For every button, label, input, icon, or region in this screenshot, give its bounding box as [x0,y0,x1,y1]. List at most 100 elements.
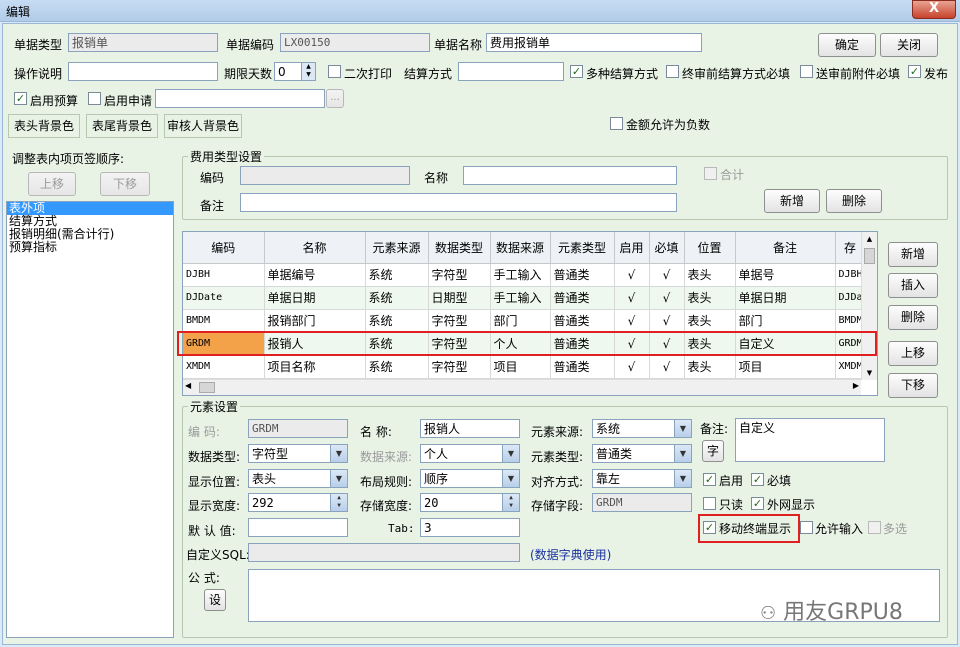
grid-column-header[interactable]: 编码 [183,232,265,264]
attach-required-checkbox[interactable] [800,65,813,78]
table-cell[interactable]: 部门 [735,309,836,333]
spinner-arrows-icon[interactable]: ▲ ▼ [330,494,347,511]
table-row[interactable]: BMDM 报销部门 系统 字符型 部门 普通类 √ √ 表头 部门 BMDM [183,309,866,333]
table-cell[interactable]: 手工输入 [490,286,551,310]
scroll-down-icon[interactable]: ▼ [862,366,877,380]
tab-header-bg[interactable]: 表头背景色 [8,114,80,138]
row-move-up-button[interactable]: 上移 [888,341,938,366]
op-desc-field[interactable] [68,62,218,81]
table-cell[interactable]: 字符型 [428,309,491,333]
chevron-down-icon[interactable]: ▼ [330,445,347,462]
table-cell[interactable]: 普通类 [550,286,615,310]
element-grid[interactable]: 编码 名称 元素来源 数据类型 数据来源 元素类型 启用 必填 位置 备注存 DJBH 单据编号 系统… [182,231,878,396]
scroll-left-icon[interactable]: ◀ [185,381,191,390]
deadline-spinner[interactable]: 0 ▲ ▼ [274,62,316,81]
table-cell[interactable]: √ [649,309,685,333]
apply-browse-button[interactable]: ... [326,89,344,108]
chevron-down-icon[interactable]: ▼ [330,470,347,487]
el-layout-select[interactable]: 顺序 ▼ [420,469,520,488]
grid-column-header[interactable]: 启用 [614,232,650,264]
table-cell[interactable]: 单据号 [735,263,836,287]
settle-field[interactable] [458,62,564,81]
tab-footer-bg[interactable]: 表尾背景色 [86,114,158,138]
el-pos-select[interactable]: 表头 ▼ [248,469,348,488]
el-width-spinner[interactable]: 292 ▲ ▼ [248,493,348,512]
reprint-checkbox[interactable] [328,65,341,78]
table-cell[interactable]: DJDate [183,286,265,310]
expense-code-field[interactable] [240,166,410,185]
el-allow-input-checkbox[interactable] [800,521,813,534]
spinner-arrows-icon[interactable]: ▲ ▼ [502,494,519,511]
el-sfield-field[interactable]: GRDM [592,493,692,512]
table-row[interactable]: XMDM 项目名称 系统 字符型 项目 普通类 √ √ 表头 项目 XMDM [183,355,866,379]
negative-amount-checkbox[interactable] [610,117,623,130]
grid-column-header[interactable]: 备注 [735,232,836,264]
expense-name-field[interactable] [463,166,677,185]
spinner-arrows-icon[interactable]: ▲ ▼ [301,63,315,80]
tab-move-up-button[interactable]: 上移 [28,172,76,196]
table-cell[interactable]: 表头 [684,355,736,379]
el-dtype-select[interactable]: 字符型 ▼ [248,444,348,463]
doc-name-field[interactable]: 费用报销单 [486,33,702,52]
table-cell[interactable]: 普通类 [550,309,615,333]
tab-reviewer-bg[interactable]: 审核人背景色 [164,114,242,138]
chevron-down-icon[interactable]: ▼ [674,445,691,462]
final-settle-checkbox[interactable] [666,65,679,78]
el-swidth-spinner[interactable]: 20 ▲ ▼ [420,493,520,512]
row-add-button[interactable]: 新增 [888,242,938,267]
chevron-down-icon[interactable]: ▼ [502,445,519,462]
table-cell[interactable]: 表头 [684,309,736,333]
expense-note-field[interactable] [240,193,677,212]
table-cell[interactable]: 日期型 [428,286,491,310]
grid-vertical-scrollbar[interactable]: ▲ ▼ [861,232,877,380]
publish-checkbox[interactable]: ✓ [908,65,921,78]
table-cell[interactable]: 手工输入 [490,263,551,287]
table-cell[interactable]: √ [649,355,685,379]
grid-column-header[interactable]: 位置 [684,232,736,264]
table-cell[interactable]: 系统 [365,286,429,310]
table-cell[interactable]: 单据日期 [264,286,366,310]
el-enable-checkbox[interactable]: ✓ [703,473,716,486]
table-cell[interactable]: √ [614,286,650,310]
el-extnet-checkbox[interactable]: ✓ [751,497,764,510]
tab-order-list[interactable]: 表外项 结算方式 报销明细(需合计行) 预算指标 [6,201,174,638]
el-mobile-checkbox[interactable]: ✓ [703,521,716,534]
table-cell[interactable]: 单据编号 [264,263,366,287]
table-cell[interactable]: √ [649,286,685,310]
expense-total-checkbox[interactable] [704,167,717,180]
window-close-button[interactable]: X [912,0,956,19]
table-cell[interactable]: 项目 [490,355,551,379]
grid-column-header[interactable]: 必填 [649,232,685,264]
table-row[interactable]: DJDate 单据日期 系统 日期型 手工输入 普通类 √ √ 表头 单据日期 DJDa [183,286,866,310]
table-cell[interactable]: 字符型 [428,263,491,287]
table-cell[interactable]: 普通类 [550,263,615,287]
expense-delete-button[interactable]: 删除 [826,189,882,213]
el-dsource-select[interactable]: 个人 ▼ [420,444,520,463]
confirm-button[interactable]: 确定 [818,33,876,57]
list-item[interactable]: 预算指标 [7,241,173,254]
table-cell[interactable]: 单据日期 [735,286,836,310]
el-code-field[interactable]: GRDM [248,419,348,438]
table-cell[interactable]: XMDM [183,355,265,379]
chevron-down-icon[interactable]: ▼ [502,470,519,487]
table-cell[interactable]: 普通类 [550,355,615,379]
table-cell[interactable]: 系统 [365,309,429,333]
scroll-thumb[interactable] [864,248,875,264]
grid-column-header[interactable]: 名称 [264,232,366,264]
doc-type-field[interactable]: 报销单 [68,33,218,52]
table-row[interactable]: DJBH 单据编号 系统 字符型 手工输入 普通类 √ √ 表头 单据号 DJBH [183,263,866,287]
row-delete-button[interactable]: 删除 [888,305,938,330]
grid-column-header[interactable]: 数据类型 [428,232,491,264]
scroll-right-icon[interactable]: ▶ [853,381,859,390]
table-cell[interactable]: 表头 [684,263,736,287]
el-multi-checkbox[interactable] [868,521,881,534]
table-cell[interactable]: BMDM [183,309,265,333]
char-button[interactable]: 字 [702,440,724,462]
close-button[interactable]: 关闭 [880,33,938,57]
table-cell[interactable]: √ [614,309,650,333]
chevron-down-icon[interactable]: ▼ [674,470,691,487]
table-cell[interactable]: 项目名称 [264,355,366,379]
expense-add-button[interactable]: 新增 [764,189,820,213]
el-readonly-checkbox[interactable] [703,497,716,510]
el-etype-select[interactable]: 普通类 ▼ [592,444,692,463]
